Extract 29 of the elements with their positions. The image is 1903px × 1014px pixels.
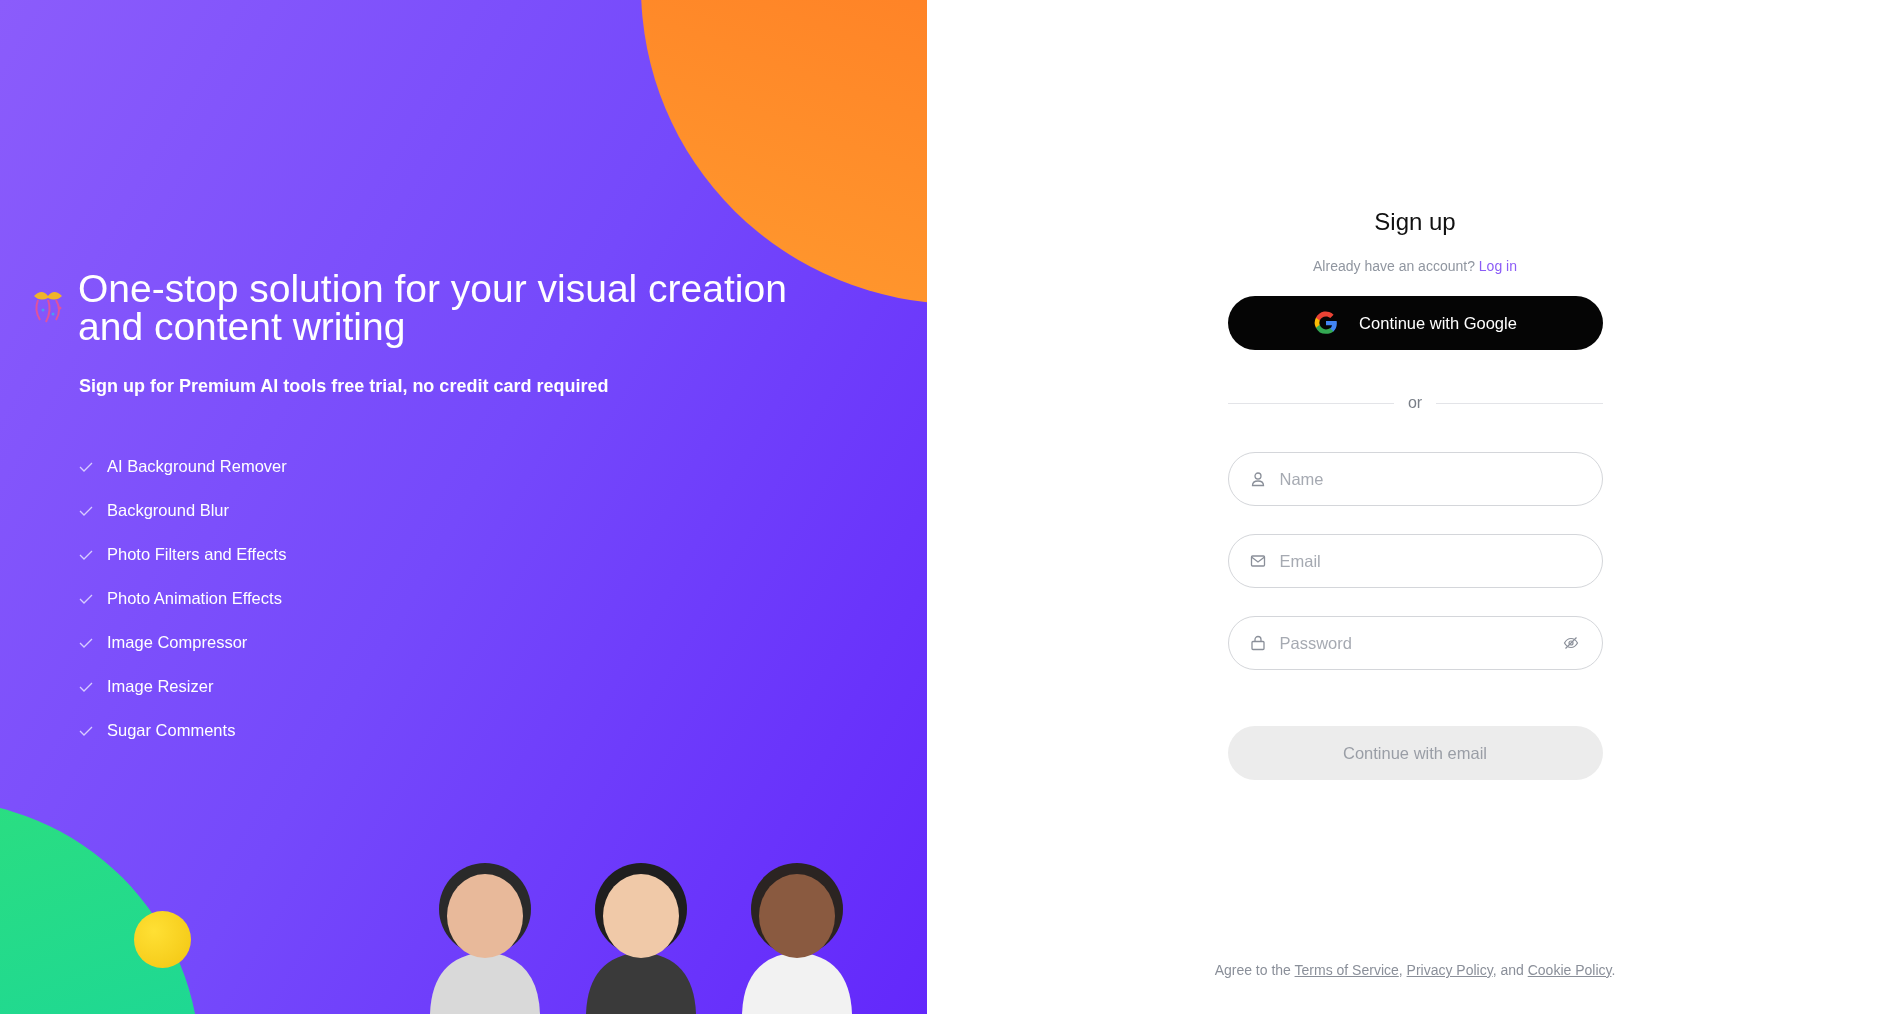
login-prompt: Already have an account? Log in — [1313, 258, 1517, 274]
feature-text: Background Blur — [107, 501, 229, 520]
feature-text: Image Compressor — [107, 633, 248, 652]
check-icon — [79, 725, 93, 736]
headline: One-stop solution for your visual creation and content writing — [78, 270, 788, 346]
terms-notice: Agree to the Terms of Service, Privacy Policy, and Cookie Policy. — [1214, 962, 1616, 978]
email-field[interactable]: Email — [1227, 534, 1603, 588]
check-icon — [79, 593, 93, 604]
feature-text: Photo Filters and Effects — [107, 545, 287, 564]
feature-text: Photo Animation Effects — [107, 589, 282, 608]
google-signin-button[interactable]: Continue with Google — [1227, 296, 1603, 350]
name-field[interactable]: Name — [1227, 452, 1603, 506]
feature-text: AI Background Remover — [107, 457, 287, 476]
policy-link[interactable]: Terms of Service — [1294, 962, 1399, 978]
eye-slash-icon[interactable] — [1562, 635, 1579, 651]
login-link[interactable]: Log in — [1478, 258, 1517, 274]
password-field[interactable]: Password — [1227, 616, 1603, 670]
divider-text: or — [1407, 394, 1423, 412]
feature-text: Sugar Comments — [107, 721, 236, 740]
subheadline: Sign up for Premium AI tools free trial, no credit card required — [79, 376, 609, 397]
check-icon — [79, 505, 93, 516]
check-icon — [79, 637, 93, 648]
feature-text: Image Resizer — [107, 677, 214, 696]
form-title: Sign up — [1374, 208, 1456, 236]
check-icon — [79, 549, 93, 560]
policy-link[interactable]: Privacy Policy — [1406, 962, 1493, 978]
check-icon — [79, 461, 93, 472]
check-icon — [79, 681, 93, 692]
google-logo-icon — [1313, 310, 1340, 336]
